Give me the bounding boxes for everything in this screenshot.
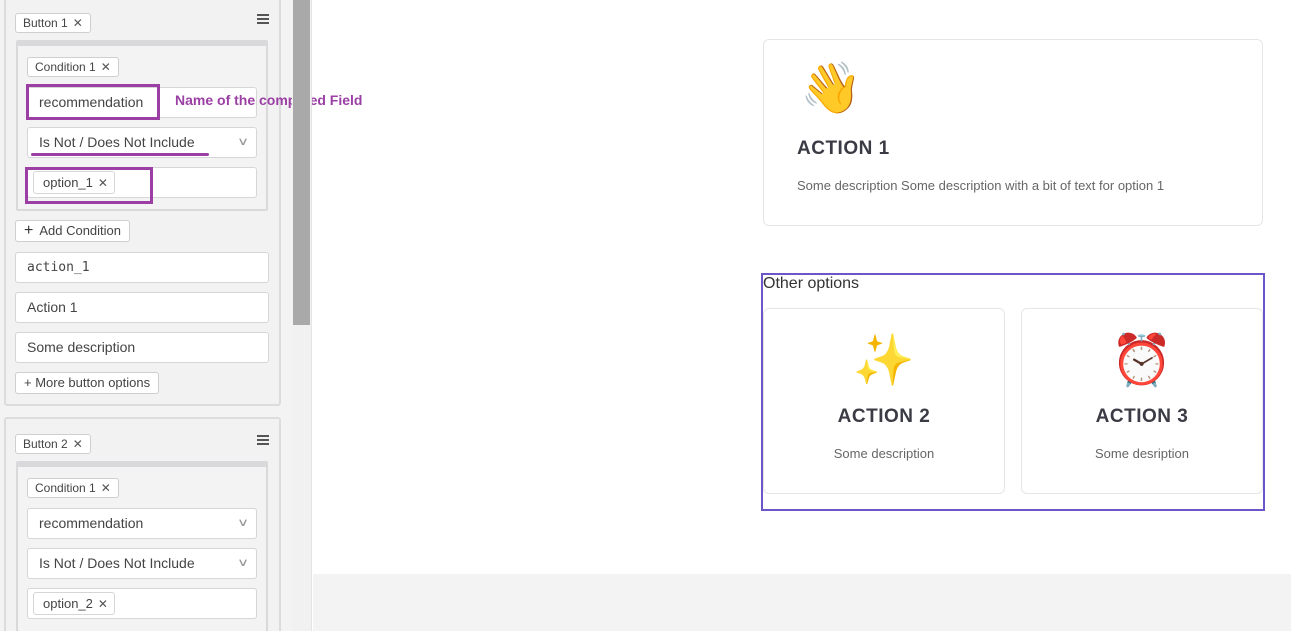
waving-hand-icon: 👋 (800, 60, 863, 116)
condition-1-chip[interactable]: Condition 1 ✕ (27, 57, 119, 77)
action-3-title: ACTION 3 (1095, 406, 1189, 427)
action-3-description: Some desription (1095, 446, 1189, 461)
computed-field-annotation: Name of the computed Field (175, 92, 363, 108)
more-options-label: + More button options (24, 375, 151, 390)
action-2-card[interactable]: ✨ ACTION 2 Some description (763, 308, 1005, 494)
computed-field-select[interactable]: recommendation ∨ (27, 508, 257, 539)
condition-1-chip[interactable]: Condition 1 ✕ (27, 478, 119, 498)
editor-scrollbar-thumb[interactable] (293, 0, 310, 325)
condition-1-chip-label: Condition 1 (35, 60, 96, 74)
app-root: Button 1 ✕ Condition 1 ✕ recommendation Is… (0, 0, 1291, 631)
option-tag-label: option_2 (43, 596, 93, 611)
chevron-down-icon: ∨ (236, 136, 250, 148)
action-2-description: Some description (833, 446, 935, 461)
action-description-input[interactable]: Some description (15, 332, 269, 363)
hamburger-menu-icon[interactable] (257, 14, 269, 24)
close-icon[interactable]: ✕ (101, 60, 111, 74)
preview-footer-strip (313, 574, 1291, 631)
operator-underline (31, 153, 209, 156)
operator-select[interactable]: Is Not / Does Not Include ∨ (27, 548, 257, 579)
action-1-description: Some description Some description with a… (797, 178, 1165, 193)
chevron-down-icon: ∨ (236, 517, 250, 529)
close-icon[interactable]: ✕ (73, 437, 83, 451)
chevron-down-icon: ∨ (236, 557, 250, 569)
condition-1-chip-label: Condition 1 (35, 481, 96, 495)
plus-icon: + (24, 222, 34, 239)
close-icon[interactable]: ✕ (98, 597, 108, 611)
operator-value: Is Not / Does Not Include (39, 555, 195, 571)
button-1-chip-label: Button 1 (23, 16, 68, 30)
option-tag[interactable]: option_2 ✕ (33, 592, 115, 615)
add-condition-button[interactable]: + Add Condition (15, 220, 131, 242)
field-highlight-box (26, 84, 160, 120)
action-title-input[interactable]: Action 1 (15, 292, 269, 323)
more-button-options-button[interactable]: + More button options (15, 372, 160, 394)
option-multiselect[interactable]: option_2 ✕ (27, 588, 257, 619)
option-highlight-box (25, 167, 153, 204)
button-1-chip[interactable]: Button 1 ✕ (15, 13, 91, 33)
button-2-chip-label: Button 2 (23, 437, 68, 451)
action-description-value: Some description (27, 339, 136, 355)
add-condition-label: Add Condition (39, 223, 122, 238)
action-id-input[interactable]: action_1 (15, 252, 269, 283)
action-2-title: ACTION 2 (837, 406, 931, 427)
operator-value: Is Not / Does Not Include (39, 134, 195, 150)
action-1-title: ACTION 1 (797, 138, 890, 159)
action-3-card[interactable]: ⏰ ACTION 3 Some desription (1021, 308, 1263, 494)
action-1-card[interactable]: 👋 ACTION 1 Some description Some descrip… (763, 39, 1263, 226)
action-id-value: action_1 (27, 260, 90, 275)
close-icon[interactable]: ✕ (73, 16, 83, 30)
action-title-value: Action 1 (27, 299, 78, 315)
hamburger-menu-icon[interactable] (257, 435, 269, 445)
computed-field-value: recommendation (39, 515, 144, 531)
sparkles-icon: ✨ (852, 332, 916, 388)
close-icon[interactable]: ✕ (101, 481, 111, 495)
alarm-clock-icon: ⏰ (1110, 332, 1174, 388)
other-options-label: Other options (763, 275, 860, 292)
button-2-chip[interactable]: Button 2 ✕ (15, 434, 91, 454)
